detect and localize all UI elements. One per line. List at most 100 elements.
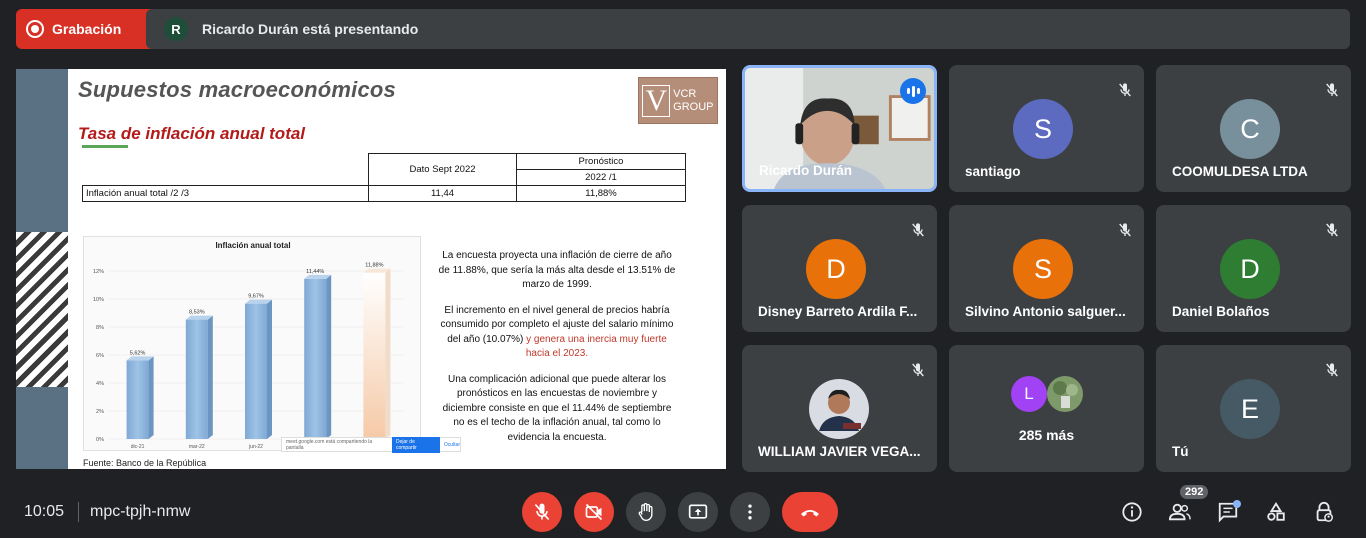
chart-y-tick-label: 4%: [96, 381, 104, 387]
participant-tile[interactable]: D Disney Barreto Ardila F...: [742, 205, 937, 332]
slide-paragraph-2: El incremento en el nivel general de pre…: [440, 304, 674, 360]
present-screen-button[interactable]: [678, 492, 718, 532]
participant-name: Silvino Antonio salguer...: [965, 304, 1126, 319]
microphone-toggle-button[interactable]: [522, 492, 562, 532]
meeting-details-button[interactable]: [1119, 499, 1145, 525]
participant-avatar: C: [1220, 99, 1280, 159]
chart-y-tick-label: 8%: [96, 325, 104, 331]
camera-off-icon: [585, 503, 603, 521]
participant-name: Ricardo Durán: [759, 163, 853, 178]
slide-paragraph-1: La encuesta proyecta una inflación de ci…: [438, 250, 676, 290]
participant-name: Disney Barreto Ardila F...: [758, 304, 918, 319]
inflation-chart: Inflación anual total 0% 2% 4% 6% 8% 10% 12% 5,…: [83, 236, 421, 451]
chart-data-label: 9,67%: [248, 294, 264, 300]
people-button[interactable]: [1167, 499, 1193, 525]
more-participants-tile[interactable]: L 285 más: [949, 345, 1144, 472]
info-icon: [1122, 502, 1142, 522]
people-icon: [1168, 503, 1191, 521]
divider: [78, 502, 79, 522]
activities-button[interactable]: [1263, 499, 1289, 525]
participant-name: santiago: [965, 164, 1021, 179]
chart-x-tick-label: mar-22: [189, 444, 205, 450]
meeting-code: mpc-tpjh-nmw: [90, 503, 191, 520]
more-participants-label: 285 más: [1018, 427, 1075, 443]
record-icon: [26, 20, 44, 38]
recording-button[interactable]: Grabación: [16, 9, 158, 49]
table-header-pronostico-sub: 2022 /1: [516, 169, 686, 186]
table-empty-cell: [82, 153, 369, 186]
more-options-button[interactable]: [730, 492, 770, 532]
chart-y-tick-label: 2%: [96, 409, 104, 415]
leave-call-button[interactable]: [782, 492, 838, 532]
chat-notification-dot: [1233, 500, 1241, 508]
chart-y-tick-label: 10%: [93, 297, 104, 303]
mic-off-icon: [1319, 77, 1345, 103]
hang-up-icon: [801, 510, 819, 517]
logo-letter: V: [642, 84, 671, 117]
mic-off-icon: [1319, 357, 1345, 383]
participant-tile-self[interactable]: E Tú: [1156, 345, 1351, 472]
chart-x-tick-label: dic-21: [131, 444, 145, 450]
host-controls-button[interactable]: [1311, 499, 1337, 525]
participant-tile[interactable]: C COOMULDESA LTDA: [1156, 65, 1351, 192]
participant-tile-speaker[interactable]: Ricardo Durán: [742, 65, 937, 192]
participant-name: COOMULDESA LTDA: [1172, 164, 1308, 179]
participant-name: Tú: [1172, 444, 1189, 459]
mic-off-icon: [905, 217, 931, 243]
hand-icon: [638, 503, 653, 522]
lock-person-icon: [1316, 501, 1333, 522]
table-cell-pronostico: 11,88%: [516, 185, 686, 202]
slide-body-text: La encuesta proyecta una inflación de ci…: [436, 249, 678, 456]
chart-bar-side: [148, 356, 154, 439]
participant-tile[interactable]: S Silvino Antonio salguer...: [949, 205, 1144, 332]
inflation-table: Dato Sept 2022 Pronóstico 2022 /1 Inflac…: [82, 153, 686, 202]
presenter-avatar: R: [164, 17, 188, 41]
participant-avatar: S: [1013, 239, 1073, 299]
table-header-pronostico: Pronóstico: [516, 153, 686, 170]
chart-data-label: 11,44%: [306, 269, 324, 275]
mic-off-icon: [534, 503, 550, 521]
slide-paragraph-3: Una complicación adicional que puede alt…: [442, 373, 672, 443]
mic-off-icon: [1112, 77, 1138, 103]
recording-label: Grabación: [52, 21, 122, 37]
participant-avatar: S: [1013, 99, 1073, 159]
chart-bar-side: [326, 274, 332, 439]
chart-data-label: 8,53%: [189, 310, 205, 316]
more-vert-icon: [748, 504, 752, 520]
more-participant-avatar: L: [1011, 376, 1047, 412]
camera-toggle-button[interactable]: [574, 492, 614, 532]
participant-count-badge: 292: [1180, 485, 1209, 499]
participant-tile[interactable]: WILLIAM JAVIER VEGA...: [742, 345, 937, 472]
vcr-group-logo: V VCR GROUP: [638, 77, 718, 124]
participant-name: Daniel Bolaños: [1172, 304, 1270, 319]
chart-bar: [245, 303, 267, 439]
participant-tile[interactable]: S santiago: [949, 65, 1144, 192]
chart-bar-side: [385, 268, 391, 439]
mic-off-icon: [905, 357, 931, 383]
table-row-label: Inflación anual total /2 /3: [82, 185, 369, 202]
slide-subtitle: Tasa de inflación anual total: [78, 124, 306, 143]
logo-text: VCR GROUP: [673, 87, 714, 113]
mic-off-icon: [1319, 217, 1345, 243]
screen-share-notice: meet.google.com está compartiendo la pan…: [281, 436, 461, 453]
presentation-screen: Supuestos macroeconómicos Tasa de inflac…: [16, 69, 726, 469]
chart-bar: [304, 278, 327, 439]
participant-tile[interactable]: D Daniel Bolaños: [1156, 205, 1351, 332]
participant-avatar: D: [806, 239, 866, 299]
present-icon: [688, 504, 708, 519]
meeting-time: 10:05: [24, 503, 65, 520]
table-header-dato: Dato Sept 2022: [368, 153, 517, 186]
share-notice-text: meet.google.com está compartiendo la pan…: [286, 438, 373, 451]
raise-hand-button[interactable]: [626, 492, 666, 532]
chart-x-tick-label: jun-22: [248, 444, 263, 450]
table-cell-dato: 11,44: [368, 185, 517, 202]
chart-y-tick-label: 0%: [96, 437, 104, 443]
more-participant-photo-avatar: [1047, 376, 1083, 412]
chart-svg: 0% 2% 4% 6% 8% 10% 12% 5,62% dic-21 8,53% mar-22 9,…: [93, 263, 404, 450]
chart-data-label: 11,88%: [365, 263, 383, 269]
stop-sharing-button[interactable]: Dejar de compartir: [391, 436, 440, 453]
chart-bar: [185, 319, 208, 439]
speaking-indicator-icon: [900, 78, 926, 104]
participant-photo-avatar: [809, 379, 869, 439]
subtitle-underline: [82, 145, 128, 148]
